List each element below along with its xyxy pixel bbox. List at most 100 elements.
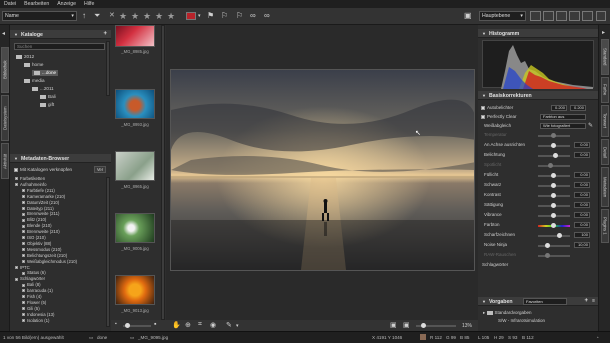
adjustment-slider[interactable] xyxy=(538,143,570,148)
glasses-compare-icon[interactable]: ∞ xyxy=(264,10,270,22)
autoexposure-option[interactable]: Autobelichter xyxy=(481,105,513,111)
presets-select[interactable]: Favoriten xyxy=(523,298,567,305)
adjustment-slider[interactable] xyxy=(538,193,570,198)
fit-view-icon[interactable]: ▣ xyxy=(390,321,397,329)
catalog-tree-item[interactable]: gift xyxy=(40,102,54,108)
histogram-header[interactable]: ▼ Histogramm xyxy=(478,29,598,38)
tab-color[interactable]: Farbe xyxy=(601,77,609,103)
filmstrip-thumbnail[interactable] xyxy=(115,213,155,243)
tab-library[interactable]: Bibliothek xyxy=(1,47,9,93)
catalog-scrollbar[interactable] xyxy=(106,41,110,96)
adjustment-slider[interactable] xyxy=(538,203,570,208)
preset-item[interactable]: ▸ Standardvorgaben xyxy=(483,310,532,316)
metadata-tree-item[interactable]: Weißabgleichmodus (210) xyxy=(22,259,77,265)
adjustment-value[interactable]: 10,00 xyxy=(574,242,590,248)
view-single-icon[interactable] xyxy=(530,11,541,21)
adjustment-value[interactable]: 0.00 xyxy=(574,212,590,218)
adjustment-slider[interactable] xyxy=(538,243,570,248)
zoom-slider[interactable] xyxy=(416,323,456,328)
view-fullscreen-icon[interactable] xyxy=(582,11,593,21)
tab-tone[interactable]: Tonwert xyxy=(601,105,609,137)
slider-knob[interactable] xyxy=(551,133,556,138)
catalog-tree-item[interactable]: ...done xyxy=(32,70,59,76)
adjustment-value[interactable]: 0.00 xyxy=(574,202,590,208)
thumbnail-size-large-icon[interactable]: ▪ xyxy=(154,321,156,328)
metadata-scrollbar[interactable] xyxy=(106,177,110,327)
autoexposure-value-1[interactable]: 0.200 xyxy=(551,105,567,111)
filmstrip-thumbnail[interactable] xyxy=(115,151,155,181)
white-balance-select[interactable]: Wie fotografiert xyxy=(540,123,586,129)
adjustment-slider[interactable] xyxy=(538,223,570,228)
slider-knob[interactable] xyxy=(551,193,556,198)
adjustment-value[interactable]: 0.00 xyxy=(574,142,590,148)
adjustment-slider[interactable] xyxy=(538,153,570,158)
view-compare-icon[interactable] xyxy=(569,11,580,21)
flag-reject-icon[interactable]: ⚐ xyxy=(221,10,228,22)
flag-icon[interactable]: ⚑ xyxy=(207,10,214,22)
link-catalogs-button[interactable]: Ver xyxy=(94,166,106,173)
slider-knob[interactable] xyxy=(125,323,130,328)
tab-metadata[interactable]: Metadaten xyxy=(601,167,609,207)
catalog-tree-item[interactable]: home xyxy=(24,62,44,68)
tab-standard[interactable]: Standard xyxy=(601,39,609,75)
perfectly-clear-select[interactable]: Farbton aus xyxy=(540,114,586,120)
metadata-tree-item[interactable]: Isolation (1) xyxy=(22,318,49,324)
zoom-tool-icon[interactable]: ⊕ xyxy=(185,321,191,329)
slider-knob[interactable] xyxy=(557,233,562,238)
view-filmstrip-icon[interactable] xyxy=(556,11,567,21)
catalog-tree-item[interactable]: Bali xyxy=(40,94,56,100)
slider-knob[interactable] xyxy=(421,323,426,328)
add-icon[interactable]: + xyxy=(103,30,107,39)
autoexposure-value-2[interactable]: 0.200 xyxy=(570,105,586,111)
slider-knob[interactable] xyxy=(552,153,558,158)
add-preset-icon[interactable]: + xyxy=(584,297,588,306)
slider-knob[interactable] xyxy=(551,223,556,228)
adjustment-value[interactable]: 0.00 xyxy=(574,222,590,228)
adjustment-slider[interactable] xyxy=(538,233,570,238)
collapse-left-icon[interactable]: ◂ xyxy=(2,30,5,37)
metadata-header[interactable]: ▼ Metadaten-Browser xyxy=(10,154,111,163)
adjustment-value[interactable]: 0.00 xyxy=(574,172,590,178)
menu-icon[interactable]: ≡ xyxy=(592,297,595,306)
adjustment-slider[interactable] xyxy=(538,163,570,168)
basic-corrections-header[interactable]: ▼ Basiskorrekturen xyxy=(478,91,598,100)
view-second-monitor-icon[interactable] xyxy=(596,11,606,21)
filter-icon[interactable]: ⏷ xyxy=(94,10,100,22)
view-grid-icon[interactable] xyxy=(543,11,554,21)
adjustment-value[interactable]: 0.00 xyxy=(574,152,590,158)
catalog-tree-item[interactable]: ...2011 xyxy=(32,86,54,92)
chevron-down-icon[interactable]: ▾ xyxy=(198,10,201,22)
glasses-icon[interactable]: ∞ xyxy=(250,10,256,22)
color-label-swatch[interactable] xyxy=(186,12,196,20)
presets-header[interactable]: ▼ Vorgaben Favoriten + ≡ xyxy=(478,297,598,306)
tab-activity[interactable]: Aktivität xyxy=(1,143,9,179)
filmstrip-scrollbar[interactable] xyxy=(161,25,165,320)
adjustment-slider[interactable] xyxy=(538,253,570,258)
actual-size-icon[interactable]: ▣ xyxy=(403,321,410,329)
slider-knob[interactable] xyxy=(551,183,556,188)
rating-star-3-icon[interactable]: ★ xyxy=(143,10,151,22)
tab-plugins[interactable]: Plugins 1 xyxy=(601,209,609,243)
sort-direction-icon[interactable]: ↑ xyxy=(82,10,86,22)
link-catalogs-option[interactable]: Mit Katalogen verknüpfen xyxy=(14,167,72,173)
menu-view[interactable]: Anzeige xyxy=(57,1,76,7)
adjustment-slider[interactable] xyxy=(538,213,570,218)
hand-tool-icon[interactable]: ✋ xyxy=(172,321,181,329)
slider-knob[interactable] xyxy=(548,163,553,168)
camera-icon[interactable]: ▣ xyxy=(464,10,472,22)
menu-help[interactable]: Hilfe xyxy=(84,1,94,7)
catalog-tree-item[interactable]: media xyxy=(24,78,45,84)
adjustment-value[interactable]: 100 xyxy=(574,232,590,238)
layout-select[interactable]: Hauptebene ▾ xyxy=(479,11,526,21)
perfectly-clear-option[interactable]: Perfectly Clear xyxy=(481,114,517,120)
rating-star-1-icon[interactable]: ★ xyxy=(119,10,127,22)
flag-outline-icon[interactable]: ⚐ xyxy=(236,10,243,22)
collapse-right-icon[interactable]: ▸ xyxy=(602,29,605,36)
slider-knob[interactable] xyxy=(545,243,550,248)
slider-knob[interactable] xyxy=(551,143,556,148)
brush-tool-icon[interactable]: ✎ xyxy=(226,321,232,329)
adjustment-value[interactable]: 0.00 xyxy=(574,182,590,188)
rating-star-5-icon[interactable]: ★ xyxy=(167,10,175,22)
chevron-down-icon[interactable]: ▾ xyxy=(236,323,239,329)
filmstrip-thumbnail[interactable] xyxy=(115,89,155,119)
